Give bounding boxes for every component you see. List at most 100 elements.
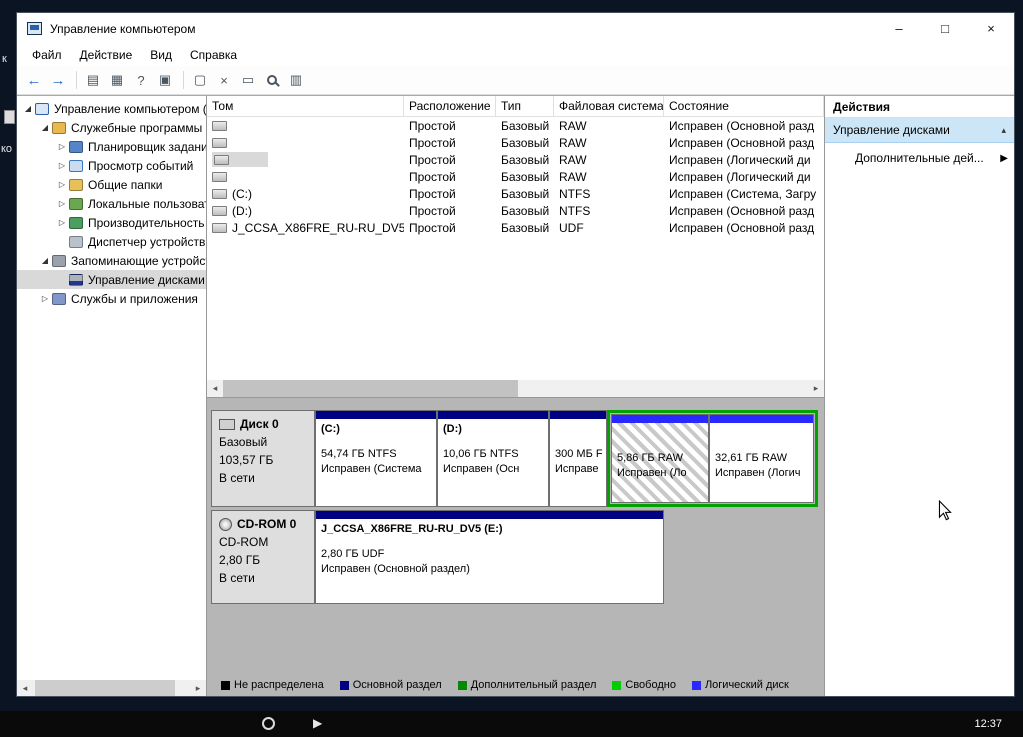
legend-swatch-logical	[692, 681, 701, 690]
expander-icon[interactable]: ◢	[38, 256, 52, 265]
cdrom-0-info[interactable]: CD-ROM 0 CD-ROM 2,80 ГБ В сети	[211, 510, 315, 604]
partition-c[interactable]: (C:) 54,74 ГБ NTFS Исправен (Система	[315, 410, 437, 507]
tree-item-label: Планировщик заданий	[88, 140, 206, 154]
store-play-icon[interactable]: ▶	[313, 716, 322, 730]
partition-recovery[interactable]: 300 МБ F Исправе	[549, 410, 607, 507]
console-tree-button[interactable]: ▦	[106, 69, 128, 91]
collapse-arrow-icon[interactable]: ▴	[1001, 125, 1006, 136]
column-header-filesystem[interactable]: Файловая система	[554, 96, 664, 116]
actions-disk-management[interactable]: Управление дисками ▴	[825, 118, 1014, 143]
properties-button[interactable]: ▣	[154, 69, 176, 91]
expander-icon[interactable]: ▷	[55, 161, 69, 170]
task-scheduler-icon	[69, 141, 83, 153]
scrollbar-thumb[interactable]	[35, 680, 175, 696]
export-list-button[interactable]: ▤	[82, 69, 104, 91]
disk-status: В сети	[219, 471, 308, 485]
expander-icon[interactable]: ▷	[55, 199, 69, 208]
console-tree-pane: ◢ Управление компьютером (л ◢ Служебные …	[17, 96, 207, 696]
tree-horizontal-scrollbar[interactable]: ◂ ▸	[17, 680, 206, 696]
volume-row[interactable]: J_CCSA_X86FRE_RU-RU_DV5 (E:) Простой Баз…	[207, 219, 824, 236]
back-button[interactable]: ←	[23, 69, 45, 91]
disk-0-info[interactable]: Диск 0 Базовый 103,57 ГБ В сети	[211, 410, 315, 507]
tree-item-task-scheduler[interactable]: ▷ Планировщик заданий	[17, 137, 206, 156]
type-cell: Базовый	[496, 219, 554, 236]
search-button[interactable]	[261, 69, 283, 91]
volume-row[interactable]: Простой Базовый RAW Исправен (Основной р…	[207, 134, 824, 151]
menu-view[interactable]: Вид	[141, 45, 181, 65]
actions-more-actions[interactable]: Дополнительные дей... ▶	[825, 146, 1014, 170]
tree-item-system-tools[interactable]: ◢ Служебные программы	[17, 118, 206, 137]
event-viewer-icon	[69, 160, 83, 172]
tree-item-shared-folders[interactable]: ▷ Общие папки	[17, 175, 206, 194]
scroll-left-icon[interactable]: ◂	[17, 683, 33, 694]
volume-row[interactable]: Простой Базовый RAW Исправен (Логический…	[207, 168, 824, 185]
window-controls: – □ ×	[876, 13, 1014, 44]
filesystem-cell: RAW	[554, 117, 664, 134]
expander-icon[interactable]: ◢	[38, 123, 52, 132]
scroll-right-icon[interactable]: ▸	[190, 683, 206, 694]
column-header-status[interactable]: Состояние	[664, 96, 824, 116]
menu-help[interactable]: Справка	[181, 45, 246, 65]
column-header-volume[interactable]: Том	[207, 96, 404, 116]
local-users-icon	[69, 198, 83, 210]
partition-title: J_CCSA_X86FRE_RU-RU_DV5 (E:)	[321, 523, 658, 537]
partition-raw[interactable]: 32,61 ГБ RAW Исправен (Логич	[709, 414, 814, 503]
volume-row[interactable]: (C:) Простой Базовый NTFS Исправен (Сист…	[207, 185, 824, 202]
column-header-type[interactable]: Тип	[496, 96, 554, 116]
scroll-left-icon[interactable]: ◂	[207, 383, 223, 394]
partition-body: J_CCSA_X86FRE_RU-RU_DV5 (E:) 2,80 ГБ UDF…	[316, 519, 663, 603]
close-button[interactable]: ×	[968, 13, 1014, 44]
open-folder-button[interactable]: ▭	[237, 69, 259, 91]
help-button[interactable]: ?	[130, 69, 152, 91]
tree-item-event-viewer[interactable]: ▷ Просмотр событий	[17, 156, 206, 175]
expander-icon[interactable]: ▷	[55, 180, 69, 189]
forward-button[interactable]: →	[47, 69, 69, 91]
menu-file[interactable]: Файл	[23, 45, 71, 65]
expander-icon[interactable]: ◢	[21, 104, 35, 113]
filesystem-cell: NTFS	[554, 202, 664, 219]
volume-icon	[212, 223, 227, 233]
titlebar[interactable]: Управление компьютером – □ ×	[17, 13, 1014, 44]
actions-panel-title: Действия	[825, 96, 1014, 118]
volume-row-focused[interactable]: Простой Базовый RAW Исправен (Логический…	[207, 151, 824, 168]
tree-item-local-users[interactable]: ▷ Локальные пользовате	[17, 194, 206, 213]
maximize-button[interactable]: □	[922, 13, 968, 44]
filesystem-cell: UDF	[554, 219, 664, 236]
tree-item-device-manager[interactable]: Диспетчер устройств	[17, 232, 206, 251]
volume-icon	[212, 121, 227, 131]
volume-row[interactable]: (D:) Простой Базовый NTFS Исправен (Осно…	[207, 202, 824, 219]
menu-action[interactable]: Действие	[71, 45, 142, 65]
expander-icon[interactable]: ▷	[55, 218, 69, 227]
tree-item-disk-management[interactable]: Управление дисками	[17, 270, 206, 289]
expander-icon[interactable]: ▷	[38, 294, 52, 303]
taskbar[interactable]: ▶ 12:37	[0, 711, 1023, 737]
layout-cell: Простой	[404, 185, 496, 202]
tree-item-computer-management[interactable]: ◢ Управление компьютером (л	[17, 99, 206, 118]
volume-list-horizontal-scrollbar[interactable]: ◂ ▸	[207, 380, 824, 397]
tree-item-performance[interactable]: ▷ Производительность	[17, 213, 206, 232]
type-cell: Базовый	[496, 134, 554, 151]
partition-raw-selected[interactable]: 5,86 ГБ RAW Исправен (Ло	[611, 414, 709, 503]
column-header-layout[interactable]: Расположение	[404, 96, 496, 116]
partition-d[interactable]: (D:) 10,06 ГБ NTFS Исправен (Осн	[437, 410, 549, 507]
scrollbar-thumb[interactable]	[223, 380, 518, 397]
taskbar-clock[interactable]: 12:37	[974, 718, 1002, 730]
cortana-circle-icon[interactable]	[262, 717, 275, 730]
tree-item-storage[interactable]: ◢ Запоминающие устройст	[17, 251, 206, 270]
tree-item-services-applications[interactable]: ▷ Службы и приложения	[17, 289, 206, 308]
volume-row[interactable]: Простой Базовый RAW Исправен (Основной р…	[207, 117, 824, 134]
partition-title	[617, 427, 703, 441]
new-window-button[interactable]: ▢	[189, 69, 211, 91]
partition-body: 300 МБ F Исправе	[550, 419, 606, 506]
minimize-button[interactable]: –	[876, 13, 922, 44]
filmstrip-button[interactable]: ▥	[285, 69, 307, 91]
toolbar: ← → ▤ ▦ ? ▣ ▢ × ▭ ▥	[17, 66, 1014, 95]
partition-e-media[interactable]: J_CCSA_X86FRE_RU-RU_DV5 (E:) 2,80 ГБ UDF…	[315, 510, 664, 604]
tree-item-label: Службы и приложения	[71, 292, 198, 306]
filesystem-cell: NTFS	[554, 185, 664, 202]
expander-icon[interactable]: ▷	[55, 142, 69, 151]
filesystem-cell: RAW	[554, 168, 664, 185]
scroll-right-icon[interactable]: ▸	[808, 383, 824, 394]
delete-button[interactable]: ×	[213, 69, 235, 91]
volume-list-header: Том Расположение Тип Файловая система Со…	[207, 96, 824, 117]
